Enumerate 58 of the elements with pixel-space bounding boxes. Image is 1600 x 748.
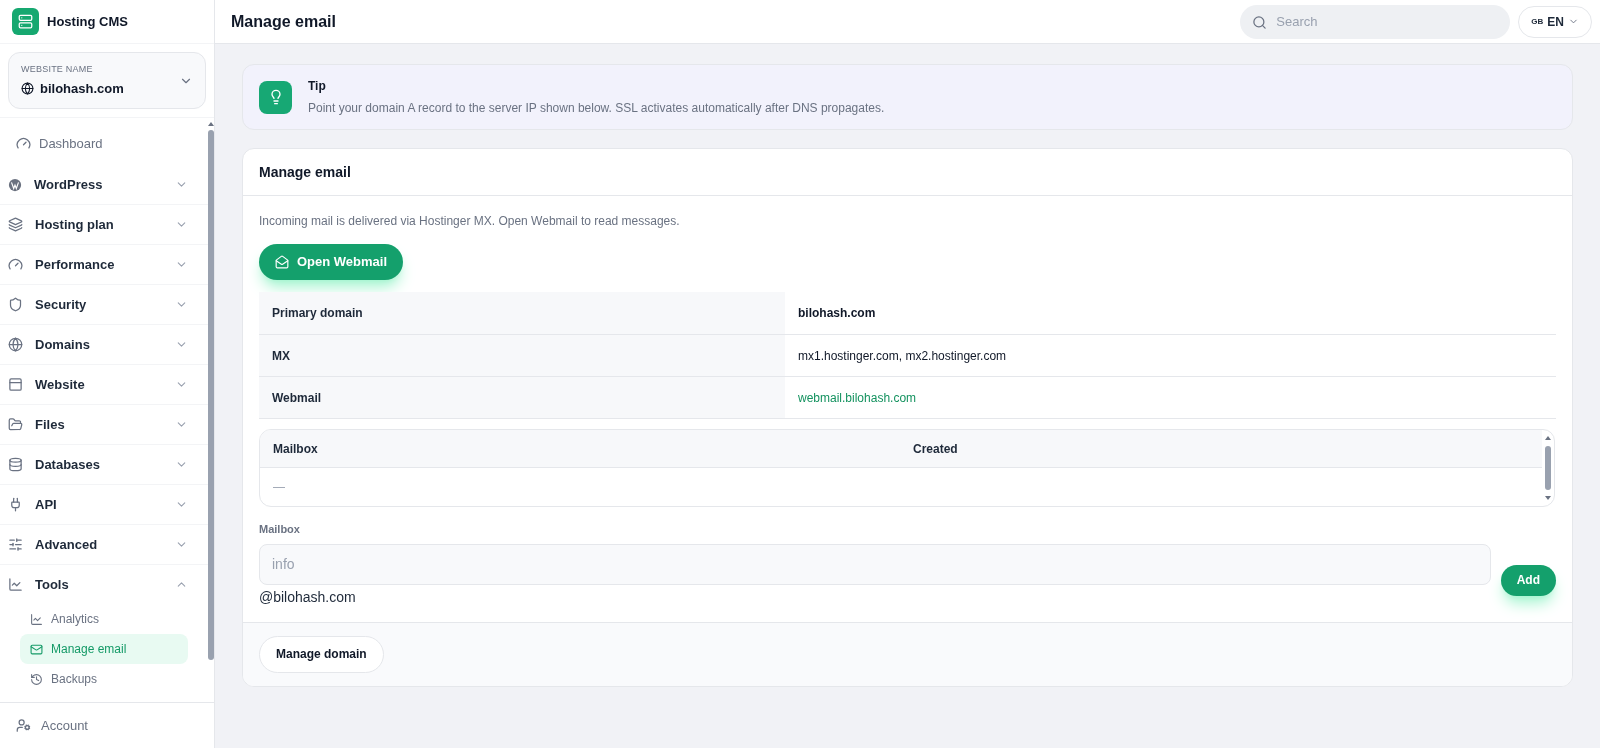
search-icon <box>1252 14 1268 30</box>
line-chart-icon <box>8 577 23 592</box>
card-title: Manage email <box>259 162 351 182</box>
column-header: Created <box>912 440 959 458</box>
detail-value: bilohash.com <box>797 305 877 322</box>
nav-group[interactable]: Tools <box>0 565 208 604</box>
layers-icon <box>8 217 23 232</box>
folder-icon <box>8 417 23 432</box>
domain-suffix: @bilohash.com <box>259 587 357 607</box>
column-header: Mailbox <box>272 440 319 458</box>
brand-name: Hosting CMS <box>47 12 128 31</box>
envelope-icon <box>30 642 43 656</box>
gauge-icon <box>16 136 31 151</box>
globe-icon <box>21 81 34 95</box>
nav-item[interactable]: Dashboard <box>0 122 208 165</box>
nav-group[interactable]: Hosting plan <box>0 205 208 244</box>
detail-label: Webmail <box>259 377 785 418</box>
tip-text: Point your domain A record to the server IP shown below. SSL activates automatically after DNS propagates. <box>308 100 885 117</box>
search-field[interactable]: Search <box>1240 4 1511 39</box>
nav-group[interactable]: Databases <box>0 445 208 484</box>
mailbox-field[interactable]: info <box>259 543 1491 585</box>
line-chart-icon <box>30 612 43 626</box>
nav-subitem[interactable]: Analytics <box>20 604 188 634</box>
tip-title: Tip <box>308 78 327 95</box>
detail-value: mx1.hostinger.com, mx2.hostinger.com <box>797 347 1008 365</box>
page-title: Manage email <box>231 11 336 32</box>
nav-group[interactable]: Security <box>0 285 208 324</box>
webmail-link[interactable]: webmail.bilohash.com <box>798 388 917 407</box>
manage-domain-button[interactable]: Manage domain <box>259 635 384 673</box>
field-label: Mailbox <box>259 522 301 537</box>
language-selector[interactable]: GB EN <box>1518 5 1592 38</box>
intro-text: Incoming mail is delivered via Hostinger MX. Open Webmail to read messages. <box>259 213 681 230</box>
window-icon <box>8 377 23 392</box>
user-settings-icon <box>16 718 31 733</box>
website-selector[interactable]: WEBSITE NAME bilohash.com <box>8 52 206 109</box>
nav-group[interactable]: Website <box>0 365 208 404</box>
sliders-icon <box>8 537 23 552</box>
nav-group[interactable]: Domains <box>0 325 208 364</box>
database-icon <box>8 457 23 472</box>
nav-group[interactable]: Files <box>0 405 208 444</box>
lightbulb-icon <box>259 80 292 114</box>
detail-label: Primary domain <box>259 292 785 334</box>
nav-group[interactable]: Performance <box>0 245 208 284</box>
table-cell-text: — <box>272 479 286 496</box>
detail-label: MX <box>259 335 785 376</box>
nav-group[interactable]: WordPress <box>0 165 208 204</box>
nav-subitem[interactable]: Backups <box>20 664 188 694</box>
plug-icon <box>8 497 23 512</box>
nav-group[interactable]: Advanced <box>0 525 208 564</box>
shield-icon <box>8 297 23 312</box>
account-link[interactable]: Account <box>0 715 104 736</box>
envelope-open-icon <box>275 255 289 269</box>
nav-group[interactable]: API <box>0 485 208 524</box>
logo-icon <box>12 8 39 35</box>
gauge-icon <box>8 257 23 272</box>
globe-icon <box>8 337 23 352</box>
history-icon <box>30 672 43 686</box>
wordpress-icon <box>8 177 22 192</box>
